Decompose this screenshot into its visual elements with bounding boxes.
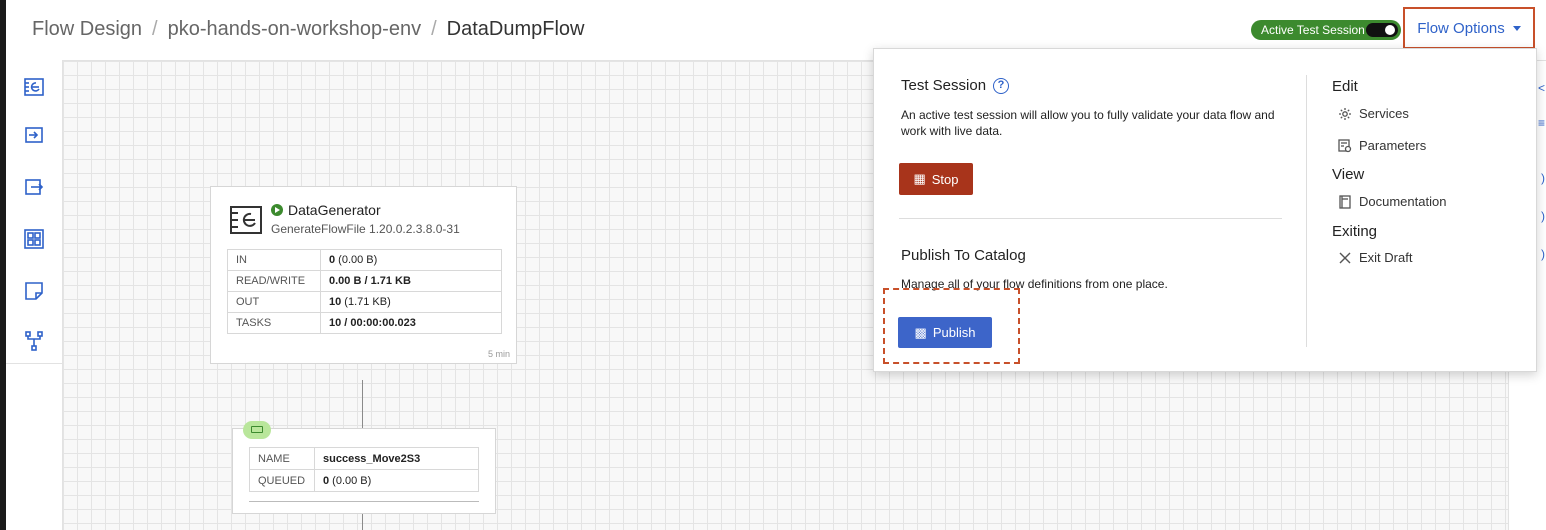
rail-indicator-icon: ) bbox=[1541, 209, 1545, 223]
exiting-heading: Exiting bbox=[1332, 223, 1378, 240]
stat-value: 10 (1.71 KB) bbox=[320, 291, 502, 313]
menu-item-parameters[interactable]: Parameters bbox=[1338, 138, 1426, 153]
publish-heading: Publish To Catalog bbox=[901, 247, 1026, 264]
table-row: IN 0 (0.00 B) bbox=[227, 249, 502, 271]
toolbar-divider bbox=[6, 363, 62, 364]
stop-icon: ▦ bbox=[913, 171, 926, 186]
breadcrumb: Flow Design / pko-hands-on-workshop-env / Da… bbox=[32, 18, 584, 41]
menu-column-divider bbox=[1306, 75, 1307, 347]
connection-card[interactable]: NAME success_Move2S3 QUEUED 0 (0.00 B) bbox=[232, 421, 496, 514]
document-icon bbox=[1338, 194, 1352, 209]
stat-label: OUT bbox=[227, 291, 321, 313]
breadcrumb-separator: / bbox=[152, 18, 158, 40]
menu-item-services[interactable]: Services bbox=[1338, 106, 1409, 121]
active-test-session-toggle[interactable]: Active Test Session bbox=[1251, 20, 1401, 40]
breadcrumb-flow-name: DataDumpFlow bbox=[446, 18, 585, 40]
flow-options-label: Flow Options bbox=[1417, 19, 1505, 37]
processor-card[interactable]: DataGenerator GenerateFlowFile 1.20.0.2.… bbox=[210, 186, 517, 364]
chevron-down-icon bbox=[1512, 25, 1521, 31]
processor-name: DataGenerator bbox=[288, 202, 381, 218]
table-row: NAME success_Move2S3 bbox=[249, 447, 479, 470]
connection-queued-label: QUEUED bbox=[249, 469, 315, 492]
rail-menu-icon[interactable]: ≡ bbox=[1538, 116, 1545, 130]
processor-name-row: DataGenerator bbox=[271, 202, 381, 218]
stat-label: READ/WRITE bbox=[227, 270, 321, 292]
stop-test-session-button[interactable]: ▦ Stop bbox=[899, 163, 973, 195]
processor-stats-table: IN 0 (0.00 B) READ/WRITE 0.00 B / 1.71 KB … bbox=[227, 249, 502, 334]
table-row: TASKS 10 / 00:00:00.023 bbox=[227, 312, 502, 334]
label-icon[interactable] bbox=[23, 280, 45, 302]
stat-value: 0 (0.00 B) bbox=[320, 249, 502, 271]
menu-item-documentation[interactable]: Documentation bbox=[1338, 194, 1446, 209]
breadcrumb-flow-design[interactable]: Flow Design bbox=[32, 18, 142, 40]
connection-name-label: NAME bbox=[249, 447, 315, 470]
documentation-label: Documentation bbox=[1359, 194, 1447, 209]
services-label: Services bbox=[1359, 106, 1409, 121]
view-heading: View bbox=[1332, 166, 1365, 183]
rail-collapse-icon[interactable]: < bbox=[1538, 81, 1545, 95]
funnel-icon[interactable] bbox=[23, 330, 45, 352]
table-row: READ/WRITE 0.00 B / 1.71 KB bbox=[227, 270, 502, 292]
parameters-label: Parameters bbox=[1359, 138, 1427, 153]
input-port-icon[interactable] bbox=[23, 124, 45, 146]
close-icon bbox=[1338, 251, 1352, 265]
flow-options-menu: Test Session ? An active test session wi… bbox=[873, 48, 1537, 372]
connection-queued-value: 0 (0.00 B) bbox=[314, 469, 479, 492]
rail-indicator-icon: ) bbox=[1541, 247, 1545, 261]
flow-options-button[interactable]: Flow Options bbox=[1403, 7, 1535, 49]
connection-name-value: success_Move2S3 bbox=[314, 447, 479, 470]
table-row: QUEUED 0 (0.00 B) bbox=[249, 469, 479, 492]
connection-table: NAME success_Move2S3 QUEUED 0 (0.00 B) bbox=[249, 447, 479, 492]
queue-progress-bar bbox=[249, 501, 479, 502]
active-test-session-label: Active Test Session bbox=[1261, 23, 1365, 37]
processor-icon[interactable] bbox=[23, 76, 45, 98]
menu-item-exit-draft[interactable]: Exit Draft bbox=[1338, 250, 1412, 265]
breadcrumb-environment[interactable]: pko-hands-on-workshop-env bbox=[168, 18, 421, 40]
output-port-icon[interactable] bbox=[23, 176, 45, 198]
stat-value: 10 / 00:00:00.023 bbox=[320, 312, 502, 334]
stat-label: TASKS bbox=[227, 312, 321, 334]
component-toolbar bbox=[6, 60, 63, 530]
breadcrumb-separator: / bbox=[431, 18, 437, 40]
exit-draft-label: Exit Draft bbox=[1359, 250, 1413, 265]
stop-label: Stop bbox=[931, 171, 959, 187]
processor-type: GenerateFlowFile 1.20.0.2.3.8.0-31 bbox=[271, 222, 460, 236]
stat-value: 0.00 B / 1.71 KB bbox=[320, 270, 502, 292]
help-icon[interactable]: ? bbox=[993, 77, 1010, 94]
section-divider bbox=[899, 218, 1282, 219]
process-group-icon[interactable] bbox=[23, 228, 45, 250]
edit-heading: Edit bbox=[1332, 78, 1358, 95]
test-session-heading: Test Session ? bbox=[901, 77, 1010, 94]
stats-time-window: 5 min bbox=[487, 349, 510, 359]
test-session-description: An active test session will allow you to… bbox=[901, 108, 1275, 138]
toggle-switch-icon bbox=[1366, 23, 1398, 37]
processor-type-icon bbox=[229, 205, 263, 235]
gear-icon bbox=[1338, 107, 1352, 121]
stat-label: IN bbox=[227, 249, 321, 271]
parameters-icon bbox=[1338, 138, 1352, 153]
rail-indicator-icon: ) bbox=[1541, 171, 1545, 185]
table-row: OUT 10 (1.71 KB) bbox=[227, 291, 502, 313]
running-status-icon bbox=[271, 204, 283, 216]
queue-status-icon bbox=[243, 421, 271, 439]
publish-highlight-box bbox=[883, 288, 1020, 364]
